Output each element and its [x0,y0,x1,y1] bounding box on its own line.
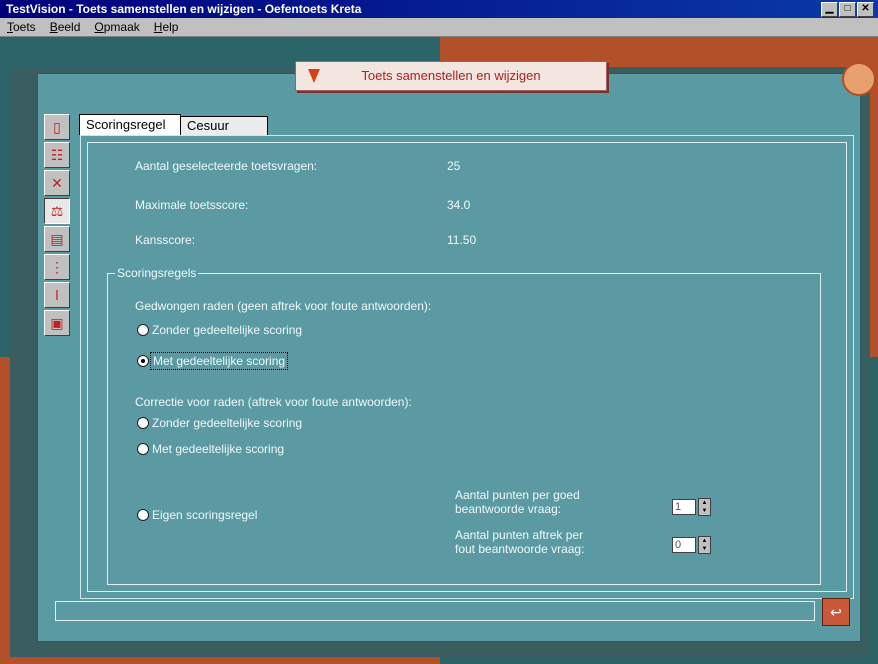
correction-with-partial-radio[interactable]: Met gedeeltelijke scoring [137,442,284,456]
points-correct-label-line1: Aantal punten per goed [455,488,580,502]
points-correct-spin-arrows[interactable]: ▲ ▼ [698,498,711,516]
questions-label: Aantal geselecteerde toetsvragen: [135,159,318,173]
chance-score-label: Kansscore: [135,233,196,247]
radio-dot[interactable] [137,324,149,336]
exit-icon[interactable]: ↩ [822,598,850,626]
group-title: Scoringsregels [115,266,199,280]
question-list-icon[interactable]: ☷ [44,142,70,168]
radio-dot[interactable] [137,417,149,429]
points-wrong-input[interactable] [672,537,696,553]
window-title: TestVision - Toets samenstellen en wijzi… [6,2,362,16]
menu-opmaak[interactable]: Opmaak [87,20,146,34]
correction-heading: Correctie voor raden (aftrek voor foute … [135,395,412,409]
menu-toets[interactable]: Toets [0,20,43,34]
minimize-button[interactable]: ▁ [821,2,838,17]
banner-arrow-icon [308,69,320,83]
status-bar [55,601,815,621]
thermometer-icon[interactable]: ǀ [44,282,70,308]
forced-guessing-heading: Gedwongen raden (geen aftrek voor foute … [135,299,432,313]
close-button[interactable]: ✕ [857,2,874,17]
title-bar: TestVision - Toets samenstellen en wijzi… [0,0,878,18]
header-banner: Toets samenstellen en wijzigen [295,61,607,91]
traffic-light-icon[interactable]: ⋮ [44,254,70,280]
max-score-value: 34.0 [447,198,471,212]
printer-icon[interactable]: ▤ [44,226,70,252]
menu-beeld[interactable]: Beeld [43,20,88,34]
radio-dot[interactable] [137,509,149,521]
tab-scoringsregel[interactable]: Scoringsregel [79,114,181,135]
points-wrong-label-line2: fout beantwoorde vraag: [455,542,585,556]
max-score-label: Maximale toetsscore: [135,198,249,212]
points-correct-label-line2: beantwoorde vraag: [455,502,562,516]
correction-without-partial-label: Zonder gedeeltelijke scoring [152,416,303,430]
own-rule-label: Eigen scoringsregel [152,508,258,522]
forced-with-partial-radio[interactable]: Met gedeeltelijke scoring [137,352,289,370]
own-rule-radio[interactable]: Eigen scoringsregel [137,508,257,522]
points-wrong-stepper: ▲▼ [672,536,711,554]
forced-without-partial-label: Zonder gedeeltelijke scoring [152,323,303,337]
forced-without-partial-radio[interactable]: Zonder gedeeltelijke scoring [137,323,302,337]
questions-value: 25 [447,159,461,173]
tab-cesuur[interactable]: Cesuur [180,116,268,135]
points-wrong-label-line1: Aantal punten aftrek per [455,528,584,542]
chance-score-value: 11.50 [447,233,477,247]
new-document-icon[interactable]: ▯ [44,114,70,140]
points-correct-stepper: ▲▼ [672,498,711,516]
forced-with-partial-label: Met gedeeltelijke scoring [149,352,289,370]
points-wrong-spin-arrows[interactable]: ▲ ▼ [698,536,711,554]
banner-title: Toets samenstellen en wijzigen [361,68,541,83]
correction-with-partial-label: Met gedeeltelijke scoring [152,442,285,456]
left-toolbar: ▯ ☷ ✕ ⚖ ▤ ⋮ ǀ ▣ [44,114,72,338]
maximize-button[interactable]: □ [839,2,856,17]
scales-icon[interactable]: ⚖ [44,198,70,224]
app-logo-icon [842,62,876,96]
correction-without-partial-radio[interactable]: Zonder gedeeltelijke scoring [137,416,302,430]
menu-help[interactable]: Help [147,20,186,34]
points-correct-input[interactable] [672,499,696,515]
tools-icon[interactable]: ✕ [44,170,70,196]
radio-dot-selected[interactable] [137,355,149,367]
radio-dot[interactable] [137,443,149,455]
floppy-disk-icon[interactable]: ▣ [44,310,70,336]
menu-bar: Toets Beeld Opmaak Help [0,18,878,37]
